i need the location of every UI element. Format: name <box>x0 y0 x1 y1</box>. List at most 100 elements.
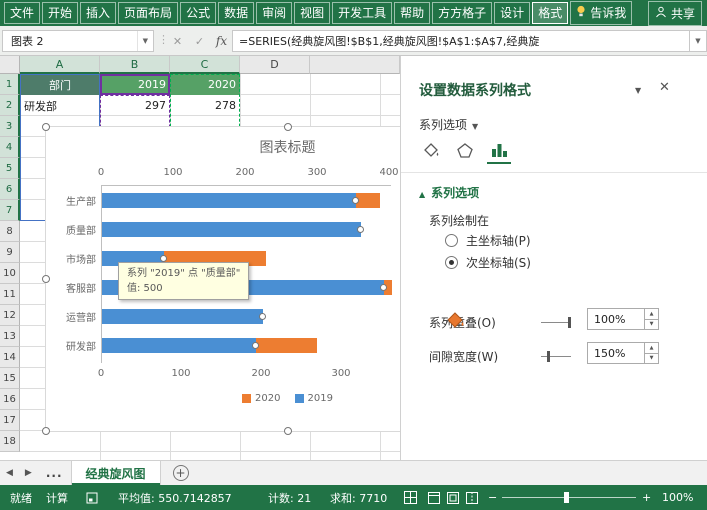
series-overlap-slider[interactable] <box>541 317 571 328</box>
enter-button[interactable]: ✓ <box>190 35 209 48</box>
row-header-9[interactable]: 9 <box>0 242 20 263</box>
display-settings-icon[interactable] <box>404 485 417 510</box>
cell-A1[interactable]: 部门 <box>20 74 100 95</box>
close-icon[interactable]: ✕ <box>659 80 670 95</box>
row-header-16[interactable]: 16 <box>0 389 20 410</box>
zoom-level[interactable]: 100% <box>662 485 693 510</box>
status-average[interactable]: 平均值: 550.7142857 <box>118 485 232 510</box>
ribbon-tab-帮助[interactable]: 帮助 <box>394 2 431 24</box>
primary-axis-radio[interactable]: 主坐标轴(P) <box>445 232 531 249</box>
sheet-nav-right-icon[interactable]: ▶ <box>19 468 38 478</box>
add-sheet-button[interactable]: + <box>172 465 189 481</box>
secondary-axis-radio[interactable]: 次坐标轴(S) <box>445 254 531 271</box>
legend-item-2020[interactable]: 2020 <box>242 393 281 404</box>
sheet-tab-overflow[interactable]: ... <box>38 466 71 480</box>
row-header-11[interactable]: 11 <box>0 284 20 305</box>
row-header-4[interactable]: 4 <box>0 137 20 158</box>
zoom-slider[interactable] <box>502 492 636 503</box>
bar-2019-质量部[interactable] <box>102 222 361 237</box>
row-header-13[interactable]: 13 <box>0 326 20 347</box>
slider-handle[interactable] <box>568 317 571 328</box>
sheet-nav-left-icon[interactable]: ◀ <box>0 468 19 478</box>
ribbon-tab-视图[interactable]: 视图 <box>294 2 331 24</box>
series-options-section[interactable]: ▲ 系列选项 <box>419 184 479 201</box>
row-header-14[interactable]: 14 <box>0 347 20 368</box>
ribbon-tab-数据[interactable]: 数据 <box>218 2 255 24</box>
pane-menu-dropdown-icon[interactable]: ▼ <box>635 86 641 95</box>
row-header-5[interactable]: 5 <box>0 158 20 179</box>
chart-handle-bottom-left[interactable] <box>42 427 50 435</box>
series-point-handle[interactable] <box>251 342 259 349</box>
series-options-icon[interactable] <box>487 138 511 164</box>
series-options-dropdown[interactable]: 系列选项 ▼ <box>419 116 478 133</box>
ribbon-tab-设计[interactable]: 设计 <box>494 2 531 24</box>
status-sum[interactable]: 求和: 7710 <box>330 485 387 510</box>
slider-handle[interactable] <box>547 351 550 362</box>
column-header-C[interactable]: C <box>170 56 240 74</box>
bar-2019-研发部[interactable] <box>102 338 256 353</box>
row-header-2[interactable]: 2 <box>0 95 20 116</box>
cancel-button[interactable]: ✕ <box>168 35 187 48</box>
chart-handle-left-center[interactable] <box>42 275 50 283</box>
spin-up-icon[interactable]: ▲ <box>645 309 658 320</box>
ribbon-tab-格式[interactable]: 格式 <box>532 2 569 24</box>
status-count[interactable]: 计数: 21 <box>268 485 311 510</box>
sheet-tab-active[interactable]: 经典旋风图 <box>70 461 161 485</box>
chart-handle-top-left[interactable] <box>42 123 50 131</box>
row-header-3[interactable]: 3 <box>0 116 20 137</box>
series-point-handle[interactable] <box>351 197 359 204</box>
fill-line-icon[interactable] <box>419 138 443 164</box>
zoom-slider-handle[interactable] <box>564 492 569 503</box>
ribbon-tab-方方格子[interactable]: 方方格子 <box>432 2 493 24</box>
row-header-17[interactable]: 17 <box>0 410 20 431</box>
row-header-7[interactable]: 7 <box>0 200 20 221</box>
ribbon-tab-页面布局[interactable]: 页面布局 <box>118 2 179 24</box>
row-header-8[interactable]: 8 <box>0 221 20 242</box>
ribbon-tab-开发工具[interactable]: 开发工具 <box>332 2 393 24</box>
formula-bar-expand-button[interactable]: ▼ <box>690 30 707 52</box>
cell-B2[interactable]: 297 <box>100 95 170 116</box>
cell-C1[interactable]: 2020 <box>170 74 240 95</box>
cell-C2[interactable]: 278 <box>170 95 240 116</box>
macro-record-icon[interactable] <box>86 485 98 510</box>
row-header-6[interactable]: 6 <box>0 179 20 200</box>
cell-B1[interactable]: 2019 <box>100 74 170 95</box>
legend-item-2019[interactable]: 2019 <box>294 393 333 404</box>
gap-width-slider[interactable] <box>541 351 571 362</box>
tell-me-tab[interactable]: 告诉我 <box>570 1 633 25</box>
ribbon-tab-公式[interactable]: 公式 <box>180 2 217 24</box>
ribbon-tab-开始[interactable]: 开始 <box>42 2 79 24</box>
chart-handle-bottom-center[interactable] <box>283 427 292 435</box>
name-box-dropdown-icon[interactable]: ▼ <box>136 31 153 51</box>
share-button[interactable]: 共享 <box>647 0 702 26</box>
row-header-15[interactable]: 15 <box>0 368 20 389</box>
spinner-buttons[interactable]: ▲ ▼ <box>644 309 658 329</box>
spin-down-icon[interactable]: ▼ <box>645 354 658 364</box>
column-header-D[interactable]: D <box>240 56 310 74</box>
row-header-12[interactable]: 12 <box>0 305 20 326</box>
bar-2019-运营部[interactable] <box>102 309 263 324</box>
spin-down-icon[interactable]: ▼ <box>645 320 658 330</box>
bar-2019-生产部[interactable] <box>102 193 356 208</box>
insert-function-button[interactable]: fx <box>212 34 231 48</box>
zoom-out-button[interactable]: − <box>488 485 497 510</box>
gap-width-input[interactable]: 150% ▲ ▼ <box>587 342 659 364</box>
page-layout-view-icon[interactable] <box>447 485 459 510</box>
column-header-B[interactable]: B <box>100 56 170 74</box>
effects-icon[interactable] <box>453 138 477 164</box>
status-calculate[interactable]: 计算 <box>46 485 68 510</box>
cell-A2[interactable]: 研发部 <box>20 95 100 116</box>
ribbon-tab-审阅[interactable]: 审阅 <box>256 2 293 24</box>
row-header-1[interactable]: 1 <box>0 74 20 95</box>
column-header-A[interactable]: A <box>20 56 100 74</box>
series-point-handle[interactable] <box>258 313 266 320</box>
row-header-18[interactable]: 18 <box>0 431 20 452</box>
zoom-in-button[interactable]: + <box>642 485 651 510</box>
page-break-view-icon[interactable] <box>466 485 478 510</box>
name-box[interactable]: 图表 2 ▼ <box>2 30 154 52</box>
select-all-corner[interactable] <box>0 56 20 74</box>
spin-up-icon[interactable]: ▲ <box>645 343 658 354</box>
series-overlap-input[interactable]: 100% ▲ ▼ <box>587 308 659 330</box>
ribbon-tab-文件[interactable]: 文件 <box>4 2 41 24</box>
chart-handle-top-center[interactable] <box>283 123 292 131</box>
